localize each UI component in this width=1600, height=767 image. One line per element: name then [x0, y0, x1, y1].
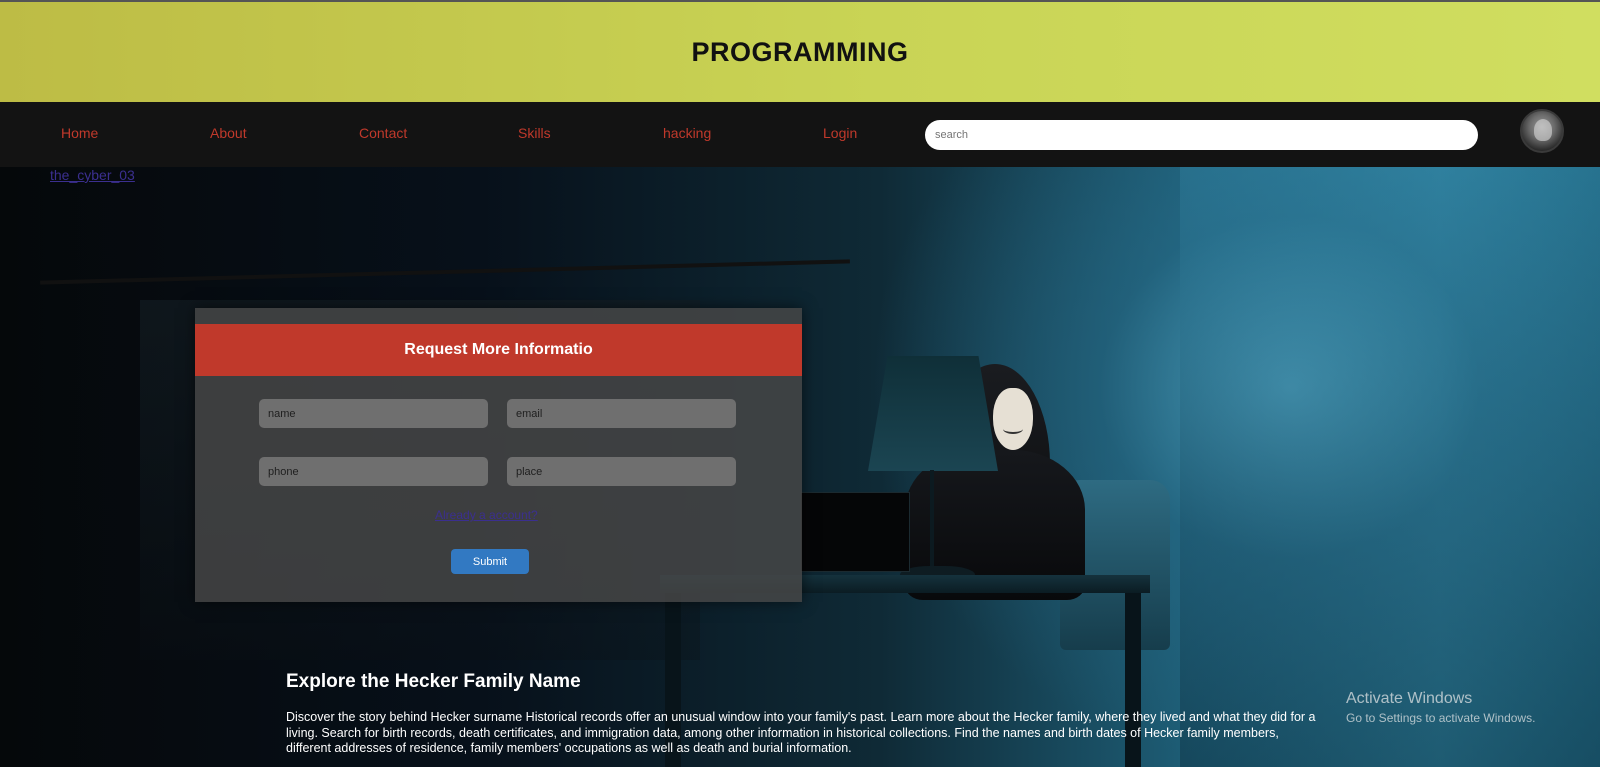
- activate-windows-subtitle: Go to Settings to activate Windows.: [1346, 711, 1536, 725]
- request-info-form: Request More Informatio Already a accoun…: [195, 308, 802, 602]
- hero-lamp-shade: [868, 356, 998, 471]
- place-field[interactable]: [507, 457, 736, 486]
- name-field[interactable]: [259, 399, 488, 428]
- activate-windows-watermark: Activate Windows Go to Settings to activ…: [1346, 690, 1535, 725]
- nav-contact-link[interactable]: Contact: [359, 125, 407, 141]
- hero-wall-light: [1180, 167, 1600, 767]
- site-title: PROGRAMMING: [691, 36, 909, 67]
- nav-about-link[interactable]: About: [210, 125, 247, 141]
- avatar[interactable]: [1520, 109, 1564, 153]
- site-header: PROGRAMMING: [0, 0, 1600, 102]
- hero-lamp-pole: [930, 470, 934, 570]
- form-title: Request More Informatio: [404, 341, 593, 358]
- nav-home-link[interactable]: Home: [61, 125, 98, 141]
- nav-skills-link[interactable]: Skills: [518, 125, 551, 141]
- content-body: Discover the story behind Hecker surname…: [286, 710, 1316, 755]
- hero-mask: [993, 388, 1033, 450]
- nav-hacking-link[interactable]: hacking: [663, 125, 711, 141]
- form-header: Request More Informatio: [195, 324, 802, 376]
- nav-login-link[interactable]: Login: [823, 125, 857, 141]
- submit-button[interactable]: Submit: [451, 549, 529, 574]
- content-title: Explore the Hecker Family Name: [286, 671, 581, 692]
- search-input[interactable]: [925, 120, 1478, 150]
- email-field[interactable]: [507, 399, 736, 428]
- profile-link[interactable]: the_cyber_03: [50, 167, 135, 183]
- activate-windows-title: Activate Windows: [1346, 690, 1473, 707]
- hero-laptop: [800, 492, 910, 572]
- phone-field[interactable]: [259, 457, 488, 486]
- account-link[interactable]: Already a account?: [435, 508, 538, 522]
